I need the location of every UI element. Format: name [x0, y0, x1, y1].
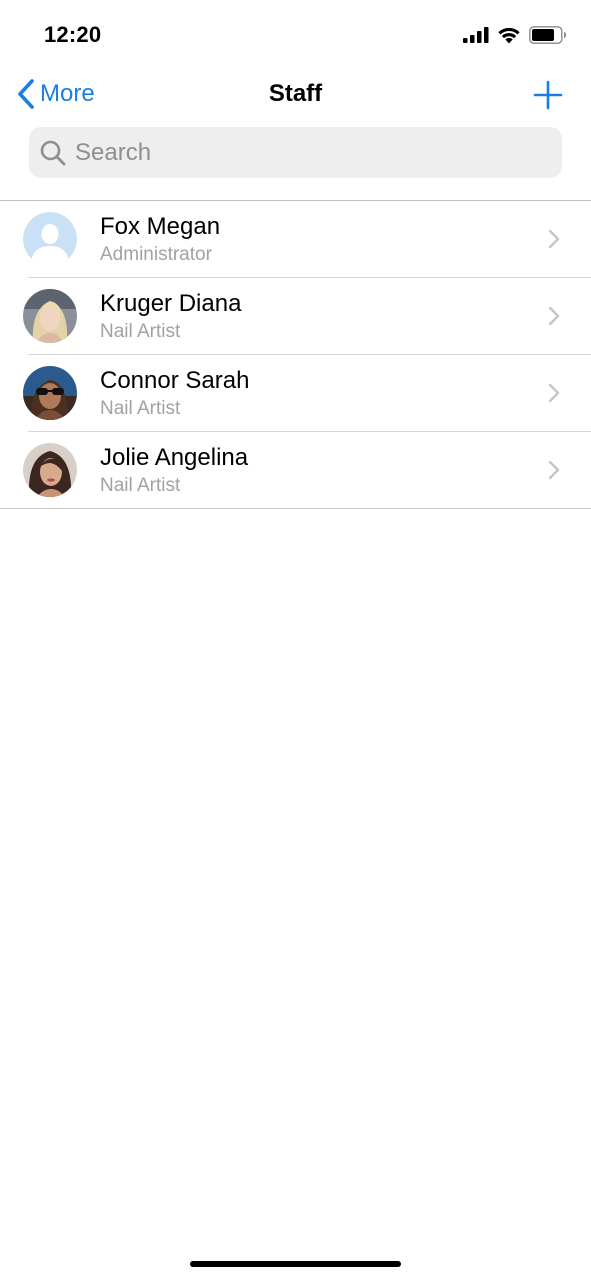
staff-role: Nail Artist: [100, 475, 181, 496]
staff-row[interactable]: Kruger Diana Nail Artist: [0, 278, 591, 355]
staff-name: Jolie Angelina: [100, 444, 249, 471]
status-icons: [463, 26, 567, 44]
row-divider: [0, 508, 591, 509]
chevron-right-icon: [548, 460, 560, 480]
photo-avatar: [23, 443, 77, 497]
status-bar: 12:20: [0, 0, 591, 70]
plus-icon: [533, 80, 563, 110]
staff-row[interactable]: Jolie Angelina Nail Artist: [0, 432, 591, 509]
staff-role: Nail Artist: [100, 321, 181, 342]
home-indicator[interactable]: [190, 1261, 401, 1267]
search-input[interactable]: [73, 137, 537, 168]
photo-avatar: [23, 366, 77, 420]
page-title: Staff: [268, 80, 323, 107]
portrait-photo: [23, 366, 77, 420]
staff-name: Connor Sarah: [100, 367, 250, 394]
default-avatar: [23, 212, 77, 266]
search-bar[interactable]: [29, 127, 562, 178]
search-icon: [40, 140, 66, 165]
cellular-signal-icon: [463, 27, 489, 43]
staff-name: Kruger Diana: [100, 290, 242, 317]
portrait-photo: [23, 289, 77, 343]
staff-role: Administrator: [100, 244, 212, 265]
staff-row[interactable]: Connor Sarah Nail Artist: [0, 355, 591, 432]
wifi-icon: [498, 27, 520, 44]
add-staff-button[interactable]: [533, 80, 563, 110]
battery-icon: [529, 26, 566, 44]
staff-name: Fox Megan: [100, 213, 221, 240]
staff-row[interactable]: Fox Megan Administrator: [0, 201, 591, 278]
photo-avatar: [23, 289, 77, 343]
status-time: 12:20: [44, 22, 102, 47]
chevron-right-icon: [548, 306, 560, 326]
chevron-right-icon: [548, 229, 560, 249]
navigation-bar: More Staff: [0, 70, 591, 120]
portrait-photo: [23, 443, 77, 497]
chevron-right-icon: [548, 383, 560, 403]
staff-list: Fox Megan Administrator Kruger Diana Nai…: [0, 201, 591, 509]
staff-role: Nail Artist: [100, 398, 181, 419]
person-placeholder-icon: [23, 212, 77, 266]
